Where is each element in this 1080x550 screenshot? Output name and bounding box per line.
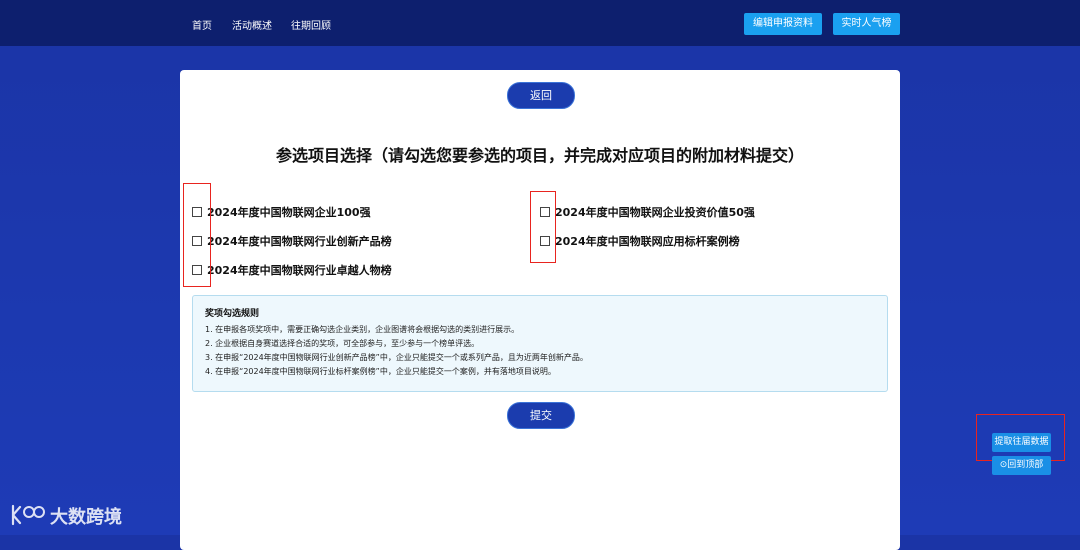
rule-line: 3. 在申报“2024年度中国物联网行业创新产品榜”中，企业只能提交一个或系列产… <box>205 353 588 362</box>
option-top100[interactable]: 2024年度中国物联网企业100强 <box>192 204 371 220</box>
fetch-past-data-button[interactable]: 提取往届数据 <box>992 433 1051 452</box>
selection-card: 返回 参选项目选择（请勾选您要参选的项目，并完成对应项目的附加材料提交） 202… <box>180 70 900 550</box>
option-label: 2024年度中国物联网企业100强 <box>207 206 371 219</box>
option-innovative-product[interactable]: 2024年度中国物联网行业创新产品榜 <box>192 233 392 249</box>
back-button[interactable]: 返回 <box>507 82 575 109</box>
watermark-text: 大数跨境 <box>50 507 122 528</box>
option-label: 2024年度中国物联网行业创新产品榜 <box>207 235 392 248</box>
rule-line: 2. 企业根据自身赛道选择合适的奖项，可全部参与，至少参与一个榜单评选。 <box>205 339 480 348</box>
edit-application-button[interactable]: 编辑申报资料 <box>744 13 822 35</box>
nav-home[interactable]: 首页 <box>192 17 212 32</box>
back-to-top-button[interactable]: ⊙回到顶部 <box>992 456 1051 475</box>
submit-button[interactable]: 提交 <box>507 402 575 429</box>
rules-title: 奖项勾选规则 <box>205 309 260 319</box>
watermark-logo-icon <box>11 504 45 526</box>
top-nav-bar: 首页 活动概述 往期回顾 编辑申报资料 实时人气榜 <box>0 0 1080 46</box>
option-outstanding-person[interactable]: 2024年度中国物联网行业卓越人物榜 <box>192 262 392 278</box>
option-label: 2024年度中国物联网企业投资价值50强 <box>555 206 755 219</box>
highlight-box-right <box>530 191 556 263</box>
nav-past-review[interactable]: 往期回顾 <box>291 17 331 32</box>
option-benchmark-case[interactable]: 2024年度中国物联网应用标杆案例榜 <box>540 233 740 249</box>
page-title: 参选项目选择（请勾选您要参选的项目，并完成对应项目的附加材料提交） <box>275 146 804 165</box>
award-rules-panel: 奖项勾选规则 1. 在申报各项奖项中，需要正确勾选企业类别，企业图谱将会根据勾选… <box>192 295 888 392</box>
rule-line: 4. 在申报“2024年度中国物联网行业标杆案例榜”中，企业只能提交一个案例，并… <box>205 367 556 376</box>
nav-activity-overview[interactable]: 活动概述 <box>232 17 272 32</box>
option-label: 2024年度中国物联网应用标杆案例榜 <box>555 235 740 248</box>
live-popularity-button[interactable]: 实时人气榜 <box>833 13 900 35</box>
rule-line: 1. 在申报各项奖项中，需要正确勾选企业类别，企业图谱将会根据勾选的类别进行展示… <box>205 325 520 334</box>
option-label: 2024年度中国物联网行业卓越人物榜 <box>207 264 392 277</box>
highlight-box-left <box>183 183 211 287</box>
option-investment-top50[interactable]: 2024年度中国物联网企业投资价值50强 <box>540 204 755 220</box>
